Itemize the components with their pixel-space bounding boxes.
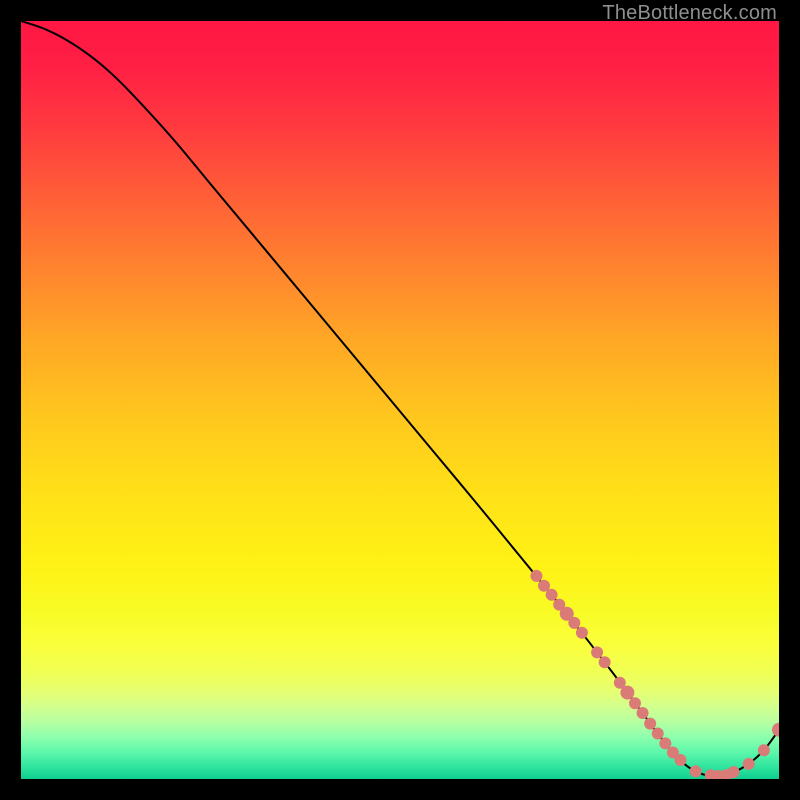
marker-dot [629,697,641,709]
marker-dot [576,627,588,639]
marker-dot [652,728,664,740]
gradient-bg [21,21,779,779]
chart-stage: TheBottleneck.com [0,0,800,800]
marker-dot [728,766,740,778]
marker-dot [644,718,656,730]
marker-dot [530,570,542,582]
marker-dot [546,589,558,601]
marker-dot [743,758,755,770]
marker-dot [674,754,686,766]
chart-svg [21,21,779,779]
marker-dot [690,765,702,777]
marker-dot [591,646,603,658]
plot-area [21,21,779,779]
marker-dot [637,707,649,719]
marker-dot [599,656,611,668]
marker-dot [568,617,580,629]
marker-dot [758,744,770,756]
marker-dot [620,686,634,700]
